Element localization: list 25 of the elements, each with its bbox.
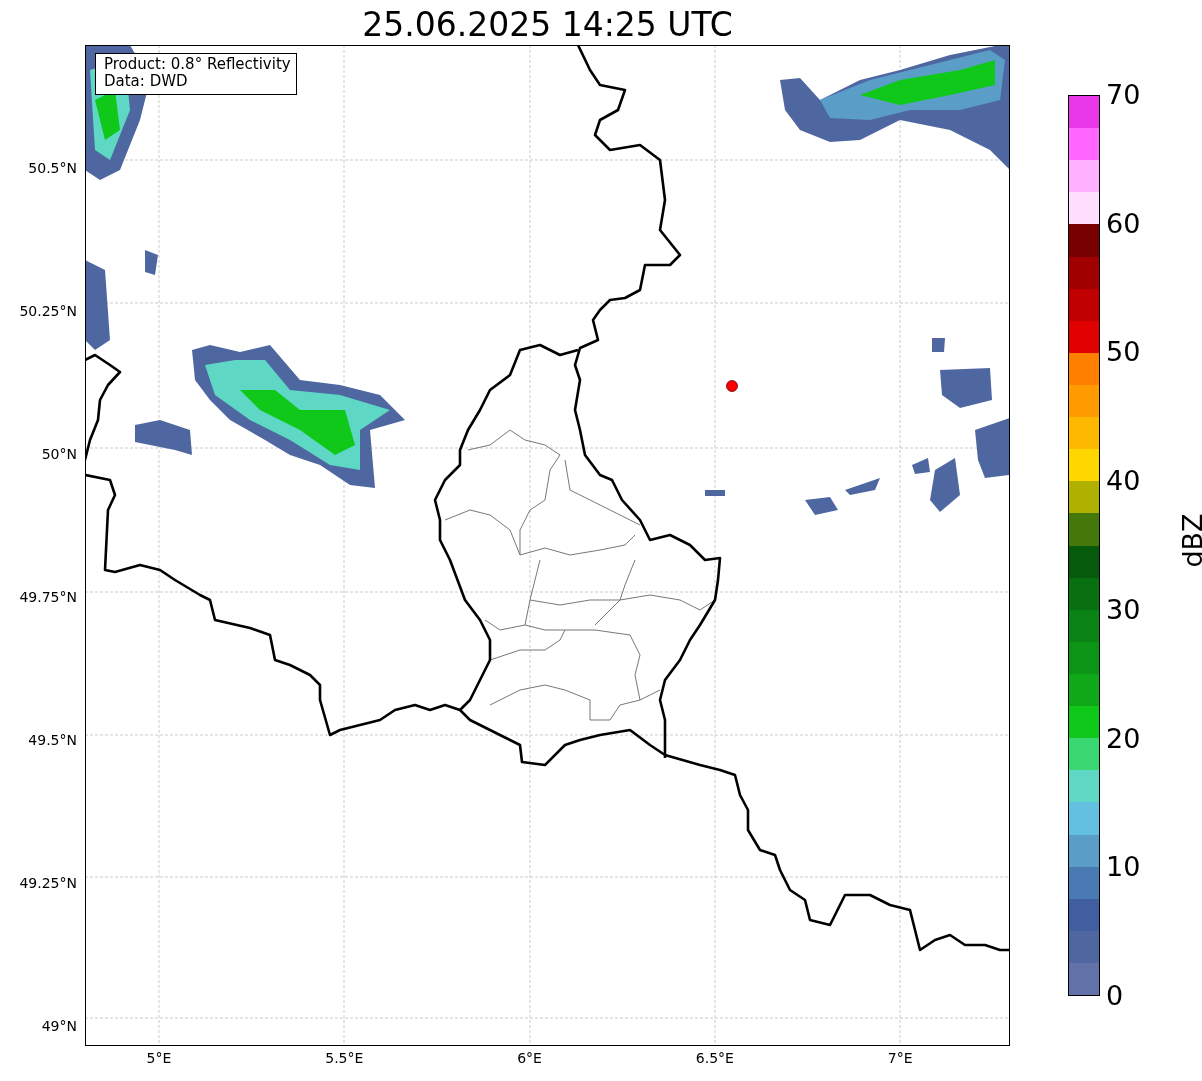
latitude-tick-label: 50.5°N [28, 160, 77, 176]
latitude-tick-label: 49°N [41, 1018, 77, 1034]
info-text: Product: 0.8° Reflectivity [104, 56, 291, 73]
longitude-tick-label: 6.5°E [695, 1050, 734, 1066]
longitude-tick-label: 5°E [146, 1050, 172, 1066]
longitude-tick-label: 5.5°E [325, 1050, 364, 1066]
latitude-tick-label: 49.5°N [28, 732, 77, 748]
colorbar-tick-label: 0 [1106, 979, 1124, 1012]
colorbar-tick-label: 70 [1106, 79, 1141, 111]
colorbar-tick-label: 30 [1106, 593, 1141, 626]
longitude-tick-label: 6°E [517, 1050, 542, 1066]
colorbar-tick-label: 50 [1106, 336, 1141, 369]
colorbar-tick-label: 60 [1106, 207, 1141, 240]
longitude-tick-label: 7°E [887, 1050, 913, 1066]
chart-title: 25.06.2025 14:25 UTC [361, 4, 734, 45]
colorbar-tick-label: 10 [1106, 851, 1141, 884]
colorbar-tick-label: 20 [1106, 722, 1141, 755]
colorbar-tick-label: 40 [1106, 465, 1141, 498]
latitude-tick-label: 49.75°N [19, 589, 77, 605]
latitude-tick-label: 49.25°N [19, 875, 77, 891]
colorbar-label: dBZ [1176, 513, 1202, 568]
info-text: Data: DWD [104, 73, 189, 90]
radar-site-marker [726, 380, 738, 392]
latitude-tick-label: 50.25°N [19, 303, 77, 319]
latitude-tick-label: 50°N [41, 446, 77, 462]
